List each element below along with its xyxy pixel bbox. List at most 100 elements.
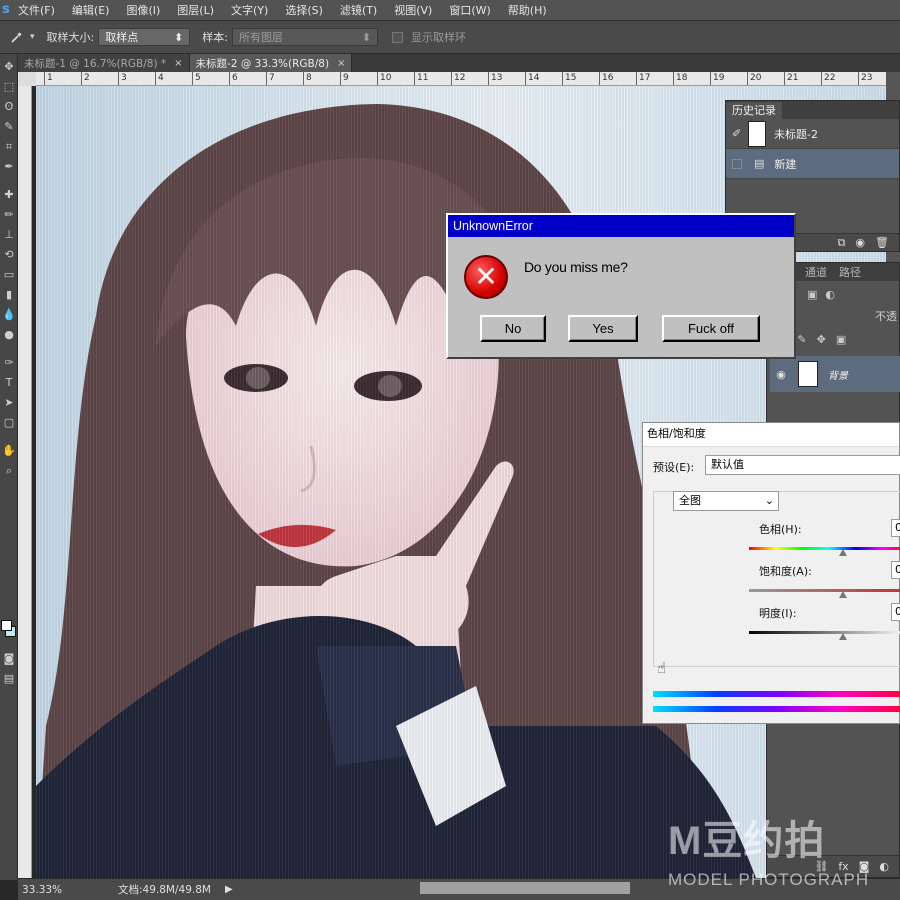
ruler-origin[interactable] bbox=[18, 72, 36, 86]
ruler-tick-label: 1 bbox=[44, 72, 53, 85]
document-icon: ▤ bbox=[754, 157, 765, 170]
path-select-tool-icon[interactable]: ➤ bbox=[1, 394, 17, 412]
layer-row-background[interactable]: ◉ 背景 bbox=[770, 356, 900, 392]
sample-select[interactable]: 所有图层 ⬍ bbox=[231, 28, 378, 46]
fuck-off-button[interactable]: Fuck off bbox=[662, 315, 760, 342]
history-state-row[interactable]: ▤ 新建 bbox=[726, 149, 899, 179]
zoom-tool-icon[interactable]: ⌕ bbox=[1, 462, 17, 480]
stamp-tool-icon[interactable]: ⊥ bbox=[1, 226, 17, 244]
screen-mode-icon[interactable]: ▤ bbox=[1, 670, 17, 688]
filter-kind-icon[interactable]: ▣ bbox=[807, 288, 817, 301]
eyedropper-icon[interactable] bbox=[4, 27, 30, 47]
tools-panel: ✥ ⬚ ʘ ✎ ⌗ ✒ ✚ ✏ ⊥ ⟲ ▭ ▮ 💧 ● ✑ T ➤ ▢ ✋ ⌕ … bbox=[0, 54, 18, 880]
close-icon[interactable]: × bbox=[174, 58, 182, 69]
lightness-slider-thumb[interactable] bbox=[839, 633, 847, 640]
lock-all-icon[interactable]: ▣ bbox=[836, 333, 846, 351]
adjustment-filter-icon[interactable]: ◐ bbox=[825, 288, 835, 301]
lock-paint-icon[interactable]: ✎ bbox=[797, 333, 806, 351]
no-button[interactable]: No bbox=[480, 315, 546, 342]
tab-label: 未标题-2 @ 33.3%(RGB/8) bbox=[195, 57, 330, 70]
saturation-slider-thumb[interactable] bbox=[839, 591, 847, 598]
tab-history[interactable]: 历史记录 bbox=[726, 102, 782, 119]
close-icon[interactable]: × bbox=[337, 58, 345, 69]
status-menu-arrow-icon[interactable]: ▶ bbox=[225, 884, 233, 895]
tab-document-2[interactable]: 未标题-2 @ 33.3%(RGB/8) × bbox=[189, 54, 353, 72]
tab-channels[interactable]: 通道 bbox=[799, 264, 833, 281]
channel-select[interactable]: 全图 ⌄ bbox=[673, 491, 779, 511]
new-document-from-state-icon[interactable]: ⧉ bbox=[838, 236, 846, 250]
eraser-tool-icon[interactable]: ▭ bbox=[1, 266, 17, 284]
show-ring-checkbox[interactable] bbox=[391, 31, 403, 43]
brush-tool-icon[interactable]: ✏ bbox=[1, 206, 17, 224]
on-image-adjust-hand-icon[interactable]: ☝ bbox=[657, 659, 666, 677]
quick-select-tool-icon[interactable]: ✎ bbox=[1, 118, 17, 136]
menu-help[interactable]: 帮助(H) bbox=[508, 2, 547, 18]
foreground-color-swatch[interactable] bbox=[1, 620, 12, 631]
lock-move-icon[interactable]: ✥ bbox=[817, 333, 826, 351]
menu-view[interactable]: 视图(V) bbox=[394, 2, 432, 18]
app-logo: s bbox=[2, 2, 10, 17]
chevron-down-icon: ⌄ bbox=[764, 494, 774, 507]
options-bar: ▾ 取样大小: 取样点 ⬍ 样本: 所有图层 ⬍ 显示取样环 bbox=[0, 20, 900, 54]
eyedropper-tool-icon[interactable]: ✒ bbox=[1, 158, 17, 176]
quick-mask-icon[interactable]: ◙ bbox=[1, 650, 17, 668]
menu-filter[interactable]: 滤镜(T) bbox=[340, 2, 377, 18]
output-spectrum-bar bbox=[653, 706, 900, 712]
menu-edit[interactable]: 编辑(E) bbox=[72, 2, 110, 18]
eye-icon[interactable]: ◉ bbox=[772, 368, 790, 381]
history-snapshot-row[interactable]: ✐ 未标题-2 bbox=[726, 119, 899, 149]
hand-tool-icon[interactable]: ✋ bbox=[1, 442, 17, 460]
menu-select[interactable]: 选择(S) bbox=[285, 2, 323, 18]
gradient-tool-icon[interactable]: ▮ bbox=[1, 286, 17, 304]
preset-label: 预设(E): bbox=[653, 461, 695, 474]
preset-select[interactable]: 默认值 bbox=[705, 455, 900, 475]
saturation-field[interactable]: 0 bbox=[891, 561, 900, 579]
error-x-icon: ✕ bbox=[464, 255, 508, 299]
type-tool-icon[interactable]: T bbox=[1, 374, 17, 392]
camera-icon[interactable]: ◉ bbox=[855, 236, 865, 249]
horizontal-ruler[interactable]: 1 2 3 4 5 6 7 8 9 10 11 12 13 14 15 16 17 18 19 20 21 22 23 bbox=[36, 72, 886, 86]
brush-icon: ✐ bbox=[732, 127, 742, 140]
tool-preset-chevron-icon[interactable]: ▾ bbox=[30, 32, 35, 42]
tab-document-1[interactable]: 未标题-1 @ 16.7%(RGB/8) * × bbox=[18, 54, 190, 72]
blur-tool-icon[interactable]: 💧 bbox=[1, 306, 17, 324]
menu-type[interactable]: 文字(Y) bbox=[231, 2, 268, 18]
menu-file[interactable]: 文件(F) bbox=[18, 2, 55, 18]
marquee-tool-icon[interactable]: ⬚ bbox=[1, 78, 17, 96]
pen-tool-icon[interactable]: ✑ bbox=[1, 354, 17, 372]
menu-layer[interactable]: 图层(L) bbox=[177, 2, 214, 18]
error-dialog-title[interactable]: UnknownError bbox=[448, 215, 794, 237]
move-tool-icon[interactable]: ✥ bbox=[1, 58, 17, 76]
horizontal-scrollbar-thumb[interactable] bbox=[420, 882, 630, 894]
ruler-tick-label: 3 bbox=[118, 72, 127, 85]
history-brush-tool-icon[interactable]: ⟲ bbox=[1, 246, 17, 264]
lightness-label: 明度(I): bbox=[759, 607, 797, 620]
ruler-tick-label: 7 bbox=[266, 72, 275, 85]
shape-tool-icon[interactable]: ▢ bbox=[1, 414, 17, 432]
saturation-slider-track[interactable] bbox=[749, 589, 900, 592]
sample-size-select[interactable]: 取样点 ⬍ bbox=[98, 28, 191, 46]
hue-slider-thumb[interactable] bbox=[839, 549, 847, 556]
zoom-level[interactable]: 33.33% bbox=[18, 884, 62, 896]
lasso-tool-icon[interactable]: ʘ bbox=[1, 98, 17, 116]
menu-window[interactable]: 窗口(W) bbox=[449, 2, 490, 18]
menu-bar: s 文件(F) 编辑(E) 图像(I) 图层(L) 文字(Y) 选择(S) 滤镜… bbox=[0, 0, 900, 20]
lightness-slider-track[interactable] bbox=[749, 631, 900, 634]
yes-button[interactable]: Yes bbox=[568, 315, 638, 342]
menu-image[interactable]: 图像(I) bbox=[126, 2, 160, 18]
sample-size-value: 取样点 bbox=[105, 31, 139, 44]
tab-paths[interactable]: 路径 bbox=[833, 264, 867, 281]
healing-tool-icon[interactable]: ✚ bbox=[1, 186, 17, 204]
ruler-tick-label: 2 bbox=[81, 72, 90, 85]
dodge-tool-icon[interactable]: ● bbox=[1, 326, 17, 344]
vertical-ruler[interactable] bbox=[18, 86, 32, 878]
lightness-field[interactable]: 0 bbox=[891, 603, 900, 621]
hue-field[interactable]: 0 bbox=[891, 519, 900, 537]
history-brush-source-checkbox[interactable] bbox=[732, 158, 742, 169]
adjustment-layer-icon[interactable]: ◐ bbox=[879, 860, 889, 873]
chevron-updown-icon: ⬍ bbox=[361, 30, 371, 44]
trash-icon[interactable]: 🗑 bbox=[875, 236, 889, 249]
hue-dialog-title[interactable]: 色相/饱和度 bbox=[643, 423, 899, 447]
hue-slider-track[interactable] bbox=[749, 547, 900, 550]
crop-tool-icon[interactable]: ⌗ bbox=[1, 138, 17, 156]
